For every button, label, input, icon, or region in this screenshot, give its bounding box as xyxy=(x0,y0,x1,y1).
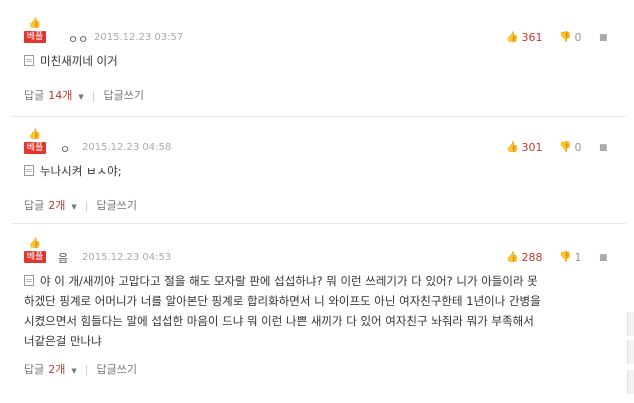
side-widget[interactable] xyxy=(627,340,634,364)
document-icon xyxy=(24,275,34,286)
report-icon[interactable]: ■ xyxy=(599,253,608,263)
upvote-button[interactable]: 👍 361 xyxy=(506,31,542,44)
comment-author[interactable]: ㅇㅇ xyxy=(68,31,88,47)
comment-date: 2015.12.23 03:57 xyxy=(94,32,184,43)
chevron-down-icon: ▼ xyxy=(78,93,84,101)
reply-count: 2개 xyxy=(48,199,66,212)
thumbs-up-icon: 👍 xyxy=(28,238,42,249)
reply-label: 답글 xyxy=(24,363,45,376)
downvote-count: 0 xyxy=(574,31,582,44)
comment-text-line: 너같은걸 만나냐 xyxy=(24,334,102,348)
reply-label: 답글 xyxy=(24,199,45,212)
reply-toggle[interactable]: 답글 2개 ▼ xyxy=(24,197,77,213)
chevron-down-icon: ▼ xyxy=(71,367,77,375)
comment-text-line: 시켰으면서 힘들다는 말에 섭섭한 마음이 드냐 뭐 이런 나쁜 새끼가 다 있… xyxy=(24,314,534,328)
chevron-down-icon: ▼ xyxy=(71,203,77,211)
comment-text-content: 누나시켜 ㅂㅅ야; xyxy=(40,164,122,178)
reply-label: 답글 xyxy=(24,89,45,102)
upvote-count: 288 xyxy=(521,251,543,264)
side-widget[interactable] xyxy=(627,370,634,394)
reply-toggle[interactable]: 답글 2개 ▼ xyxy=(24,361,77,377)
divider: | xyxy=(91,88,96,102)
thumbs-down-icon: 👎 xyxy=(559,252,572,263)
downvote-count: 1 xyxy=(574,251,582,264)
document-icon xyxy=(24,165,34,176)
divider: | xyxy=(84,362,89,376)
reply-count: 2개 xyxy=(48,363,66,376)
upvote-count: 301 xyxy=(521,141,543,154)
upvote-count: 361 xyxy=(521,31,543,44)
comment-text-line: 야 이 개/새끼야 고맙다고 절을 해도 모자랄 판에 섭섭하냐? 뭐 이런 쓰… xyxy=(24,271,612,291)
side-widget[interactable] xyxy=(627,312,634,336)
comment-text: 야 이 개/새끼야 고맙다고 절을 해도 모자랄 판에 섭섭하냐? 뭐 이런 쓰… xyxy=(24,271,612,351)
thumbs-up-icon: 👍 xyxy=(506,142,519,153)
write-reply-button[interactable]: 답글쓰기 xyxy=(103,87,143,103)
best-label: 베플 xyxy=(24,142,46,154)
divider: | xyxy=(84,198,89,212)
reply-count: 14개 xyxy=(48,89,73,102)
comment-text: 미친새끼네 이거 xyxy=(24,49,612,73)
comment-text-content: 미친새끼네 이거 xyxy=(40,54,118,68)
reply-toggle[interactable]: 답글 14개 ▼ xyxy=(24,87,84,103)
comment-text: 누나시켜 ㅂㅅ야; xyxy=(24,159,612,183)
write-reply-button[interactable]: 답글쓰기 xyxy=(96,361,136,377)
comment-footer: 답글 2개 ▼ | 답글쓰기 xyxy=(24,197,137,213)
comment-text-content: 야 이 개/새끼야 고맙다고 절을 해도 모자랄 판에 섭섭하냐? 뭐 이런 쓰… xyxy=(40,274,538,288)
upvote-button[interactable]: 👍 288 xyxy=(506,251,542,264)
comment-item: 👍 베플 ㅇ 2015.12.23 04:58 👍 301 👎 0 ■ 누나시켜 ㅂ… xyxy=(0,117,628,224)
comment-footer: 답글 2개 ▼ | 답글쓰기 xyxy=(24,361,137,377)
downvote-button[interactable]: 👎 0 xyxy=(559,141,581,154)
thumbs-up-icon: 👍 xyxy=(28,18,42,29)
best-label: 베플 xyxy=(24,31,46,43)
comment-author[interactable]: ㅇ xyxy=(60,141,70,157)
upvote-button[interactable]: 👍 301 xyxy=(506,141,542,154)
comment-item: 👍 베플 음 2015.12.23 04:53 👍 288 👎 1 ■ 야 이 개/… xyxy=(0,224,628,403)
comment-date: 2015.12.23 04:53 xyxy=(82,252,172,263)
comment-footer: 답글 14개 ▼ | 답글쓰기 xyxy=(24,87,144,103)
best-badge: 👍 베플 xyxy=(24,238,46,263)
comment-text-line: 하겠단 핑계로 어머니가 너를 알아본단 핑계로 합리화하면서 니 와이프도 아… xyxy=(24,294,541,308)
downvote-count: 0 xyxy=(574,141,582,154)
thumbs-down-icon: 👎 xyxy=(559,142,572,153)
report-icon[interactable]: ■ xyxy=(599,143,608,153)
report-icon[interactable]: ■ xyxy=(599,33,608,43)
best-badge: 👍 베플 xyxy=(24,129,46,154)
best-label: 베플 xyxy=(24,251,46,263)
comment-item: 👍 베플 ㅇㅇ 2015.12.23 03:57 👍 361 👎 0 ■ 미친새끼네… xyxy=(0,0,628,117)
thumbs-up-icon: 👍 xyxy=(506,252,519,263)
best-badge: 👍 베플 xyxy=(24,18,46,43)
document-icon xyxy=(24,55,34,66)
comment-date: 2015.12.23 04:58 xyxy=(82,142,172,153)
comment-author[interactable]: 음 xyxy=(58,250,68,266)
downvote-button[interactable]: 👎 0 xyxy=(559,31,581,44)
thumbs-up-icon: 👍 xyxy=(506,32,519,43)
thumbs-up-icon: 👍 xyxy=(28,129,42,140)
thumbs-down-icon: 👎 xyxy=(559,32,572,43)
downvote-button[interactable]: 👎 1 xyxy=(559,251,581,264)
write-reply-button[interactable]: 답글쓰기 xyxy=(96,197,136,213)
